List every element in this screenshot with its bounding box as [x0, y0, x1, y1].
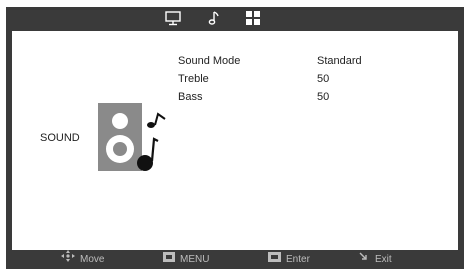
section-title: SOUND	[40, 132, 80, 144]
menu-value: 50	[317, 91, 330, 103]
menu-label: Treble	[178, 73, 209, 85]
hint-move: Move	[61, 250, 104, 269]
grid-icon	[245, 10, 261, 26]
tab-bar	[6, 7, 464, 31]
hint-label: Move	[80, 254, 105, 265]
tab-sound[interactable]	[207, 10, 221, 26]
music-note-icon	[207, 10, 221, 26]
hint-label: Exit	[375, 254, 392, 265]
move-arrows-icon	[61, 250, 75, 269]
exit-arrow-icon	[358, 250, 370, 269]
menu-label: Sound Mode	[178, 55, 241, 67]
menu-value: Standard	[317, 55, 362, 67]
menu-row-treble[interactable]: Treble 50	[178, 73, 398, 87]
speaker-icon	[98, 103, 178, 173]
menu-key-icon	[163, 250, 175, 269]
tab-picture[interactable]	[165, 10, 181, 26]
menu-row-bass[interactable]: Bass 50	[178, 91, 398, 105]
ok-key-icon	[268, 250, 281, 269]
hint-label: MENU	[180, 254, 210, 265]
tab-settings[interactable]	[245, 10, 261, 26]
hint-label: Enter	[286, 254, 310, 265]
hint-bar: Move MENU Enter Exit	[6, 250, 464, 269]
hint-menu: MENU	[163, 250, 209, 269]
menu-label: Bass	[178, 91, 203, 103]
hint-enter: Enter	[268, 250, 310, 269]
menu-row-sound-mode[interactable]: Sound Mode Standard	[178, 55, 398, 69]
hint-exit: Exit	[358, 250, 392, 269]
menu-value: 50	[317, 73, 330, 85]
monitor-icon	[165, 10, 181, 26]
